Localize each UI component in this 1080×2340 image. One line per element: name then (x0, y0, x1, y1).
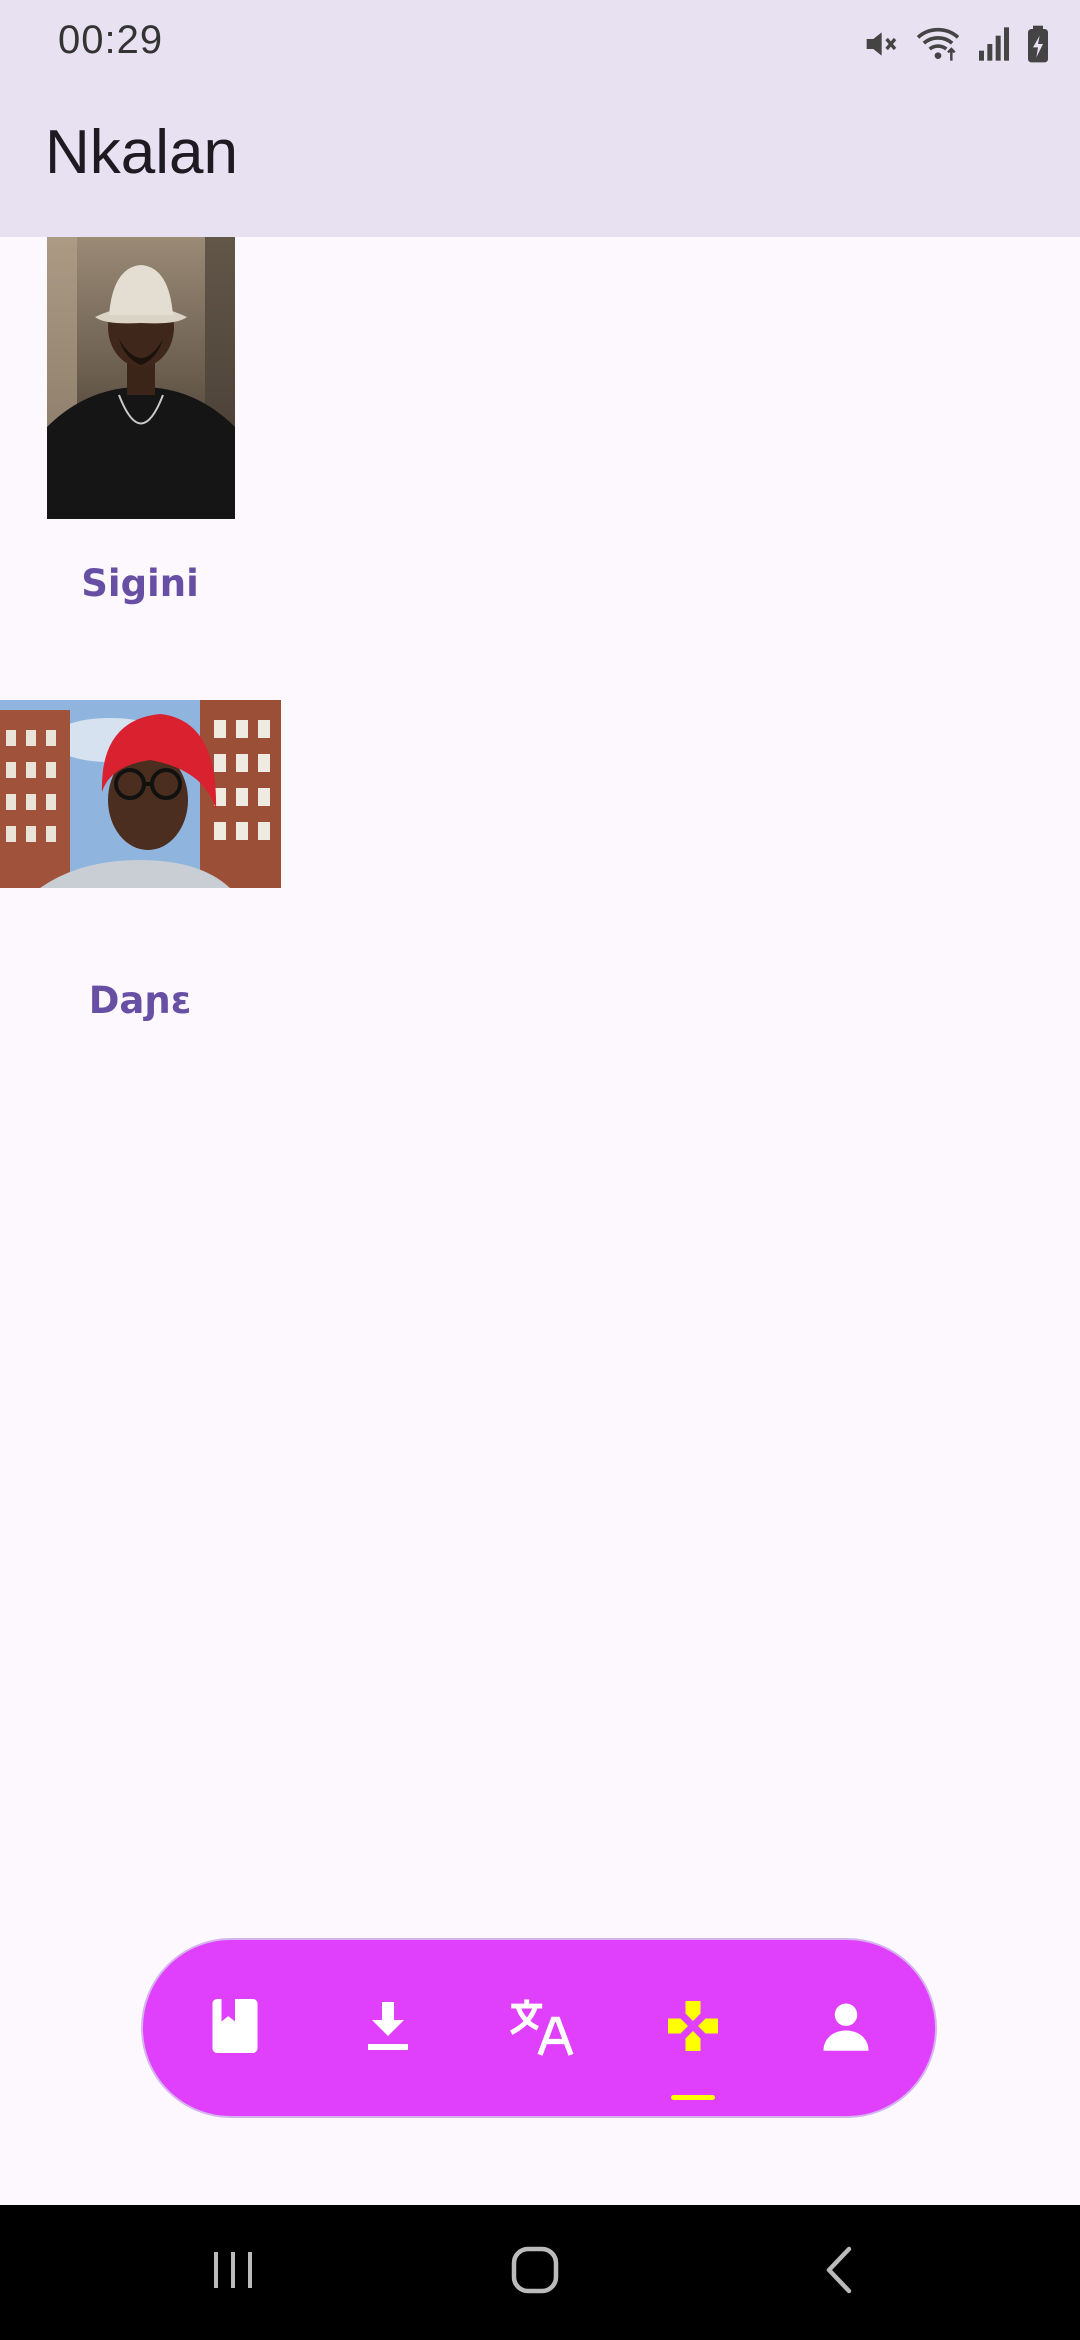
translate-icon (506, 1995, 574, 2062)
download-icon (364, 1999, 412, 2058)
card-image-dane[interactable] (0, 700, 281, 888)
back-icon (821, 2245, 855, 2300)
nav-item-translate[interactable] (480, 1940, 600, 2116)
screen: 00:29 Nkalan Sigini Daɲɛ (0, 0, 1080, 2340)
signal-icon (976, 24, 1012, 64)
wifi-icon (914, 24, 962, 64)
nav-item-games[interactable] (633, 1940, 753, 2116)
person-icon (819, 1999, 873, 2058)
nav-item-download[interactable] (328, 1940, 448, 2116)
man-in-red-cap-photo (0, 700, 281, 888)
bottom-navigation (141, 1938, 937, 2118)
top-app-bar: 00:29 Nkalan (0, 0, 1080, 237)
battery-charging-icon (1026, 24, 1050, 64)
gamepad-icon (663, 1996, 723, 2061)
system-navigation-bar (0, 2205, 1080, 2340)
status-time: 00:29 (58, 18, 164, 62)
card-label-dane[interactable]: Daɲɛ (0, 979, 280, 1022)
card-label-sigini[interactable]: Sigini (0, 562, 280, 605)
selected-indicator (671, 2095, 715, 2100)
nav-item-profile[interactable] (786, 1940, 906, 2116)
home-button[interactable] (490, 2237, 580, 2307)
app-title: Nkalan (45, 118, 238, 187)
recent-apps-icon (210, 2248, 256, 2297)
nav-item-library[interactable] (175, 1940, 295, 2116)
man-in-bucket-hat-photo (47, 237, 235, 519)
home-icon (510, 2245, 560, 2300)
back-button[interactable] (793, 2237, 883, 2307)
book-bookmark-icon (208, 1996, 262, 2061)
recent-apps-button[interactable] (188, 2237, 278, 2307)
status-icons (860, 20, 1050, 68)
mute-icon (860, 24, 900, 64)
card-image-sigini[interactable] (47, 237, 235, 519)
